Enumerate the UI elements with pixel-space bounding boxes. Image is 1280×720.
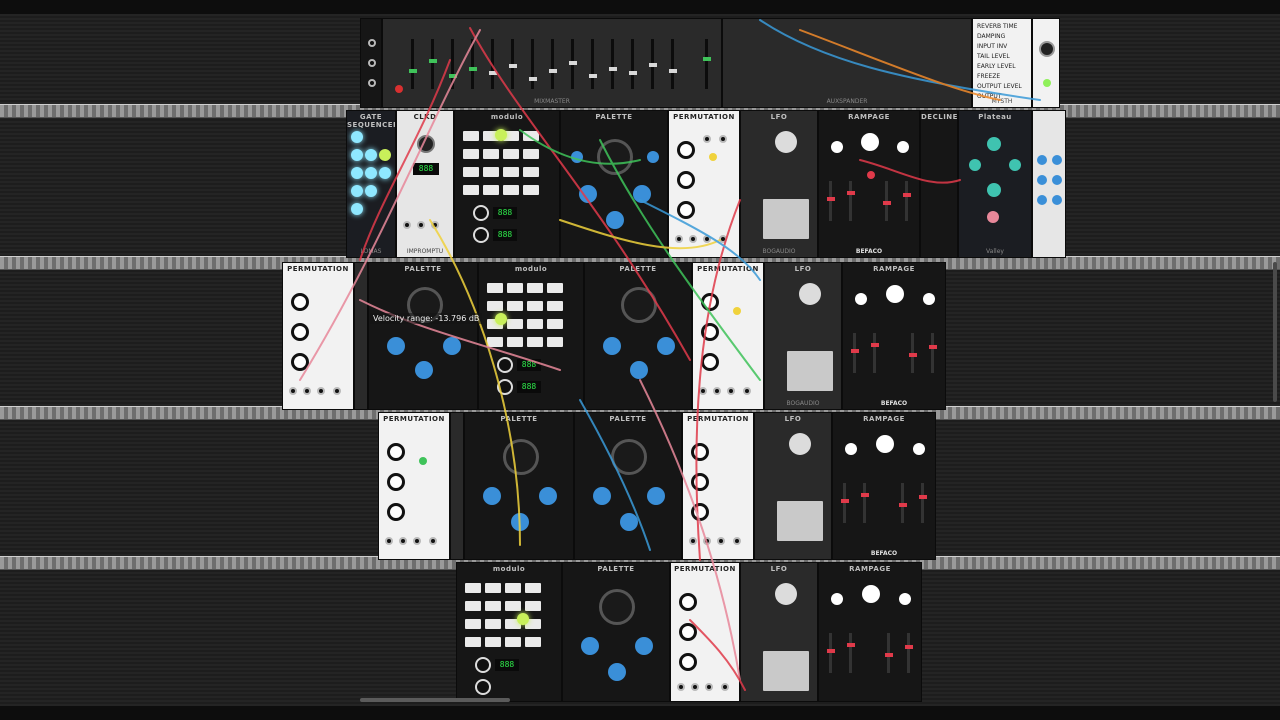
patch-cable [429,219,521,546]
patch-cable [579,399,651,551]
horizontal-scrollbar[interactable] [360,698,510,702]
patch-cable [559,219,721,250]
patch-cable [469,27,691,361]
patch-cable [359,299,561,371]
bottom-edge [0,706,1280,720]
patch-cable [859,159,961,184]
patch-cable [639,379,741,681]
rack-canvas[interactable]: MIXMASTER AUXSPANDER REVERB TIME DAMPING… [0,0,1280,720]
patch-cable [299,29,481,381]
velocity-range-tooltip: Velocity range: -13.796 dB [370,313,483,324]
vertical-scrollbar[interactable] [1273,262,1277,402]
patch-cable [689,619,746,691]
patch-cables[interactable] [0,0,1280,720]
patch-cable [759,19,1041,101]
patch-cable [519,129,641,165]
